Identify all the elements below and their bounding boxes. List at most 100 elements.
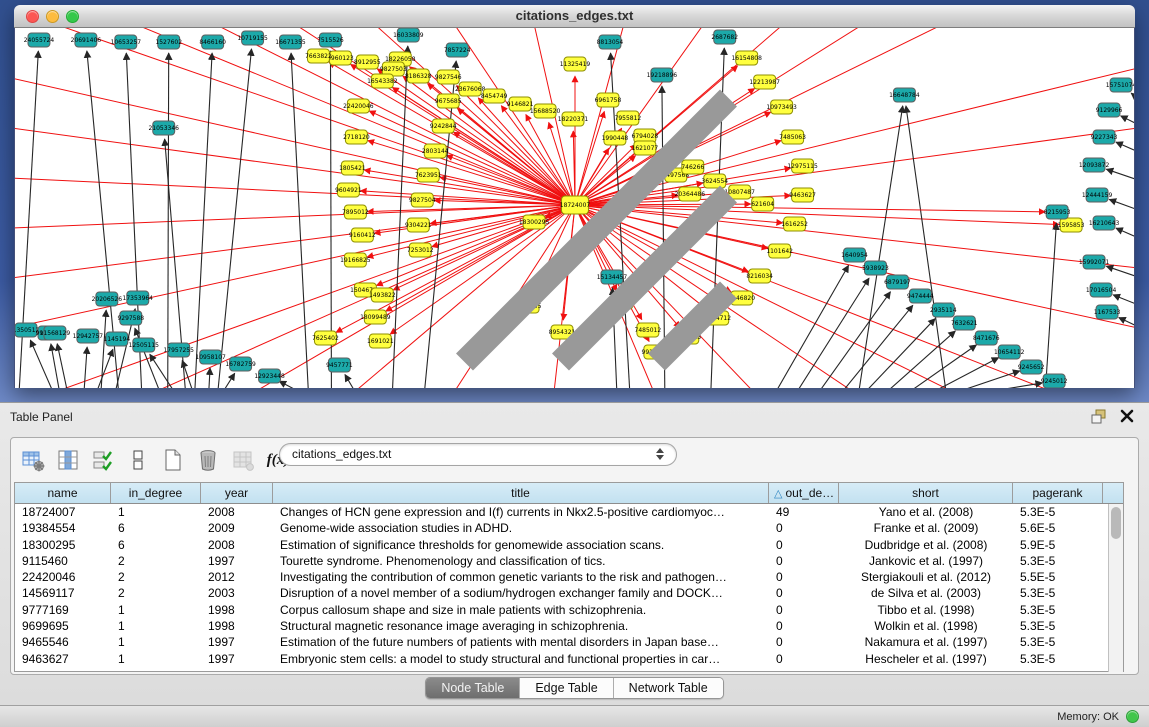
table-cell: 18724007 <box>15 504 111 520</box>
table-cell: Franke et al. (2009) <box>839 520 1013 536</box>
table-settings-icon <box>21 448 45 472</box>
table-cell: 1998 <box>201 602 273 618</box>
table-cell: 1997 <box>201 553 273 569</box>
table-cell: 0 <box>769 651 839 667</box>
tab-node-table[interactable]: Node Table <box>426 678 519 698</box>
import-table-icon <box>231 448 255 472</box>
table-cell: Dudbridge et al. (2008) <box>839 537 1013 553</box>
table-cell: 6 <box>111 520 201 536</box>
table-cell: 18300295 <box>15 537 111 553</box>
new-table-button[interactable] <box>159 446 187 474</box>
table-cell: Nakamura et al. (1997) <box>839 634 1013 650</box>
table-row[interactable]: 969969511998Structural magnetic resonanc… <box>15 618 1123 634</box>
table-type-segmented-control: Node Table Edge Table Network Table <box>425 677 723 699</box>
column-header-pagerank[interactable]: pagerank <box>1013 483 1103 503</box>
table-settings-button[interactable] <box>19 446 47 474</box>
table-cell: 0 <box>769 553 839 569</box>
table-row[interactable]: 1830029562008Estimation of significance … <box>15 537 1123 553</box>
table-cell: 2012 <box>201 569 273 585</box>
table-cell: 5.3E-5 <box>1013 553 1103 569</box>
tab-network-table[interactable]: Network Table <box>613 678 723 698</box>
memory-status-label: Memory: OK <box>1057 711 1119 723</box>
table-cell: 19384554 <box>15 520 111 536</box>
table-panel-title: Table Panel <box>10 410 73 424</box>
table-cell: 1 <box>111 618 201 634</box>
table-cell: 0 <box>769 634 839 650</box>
show-columns-button[interactable] <box>54 446 82 474</box>
table-cell: 9465546 <box>15 634 111 650</box>
table-cell: Changes of HCN gene expression and I(f) … <box>273 504 769 520</box>
table-cell: 0 <box>769 569 839 585</box>
dropdown-stepper-icon <box>656 448 664 460</box>
table-cell: 9699695 <box>15 618 111 634</box>
table-cell: 5.3E-5 <box>1013 585 1103 601</box>
table-cell: 49 <box>769 504 839 520</box>
hide-rows-icon <box>126 448 150 472</box>
column-header-name[interactable]: name <box>15 483 111 503</box>
close-panel-icon[interactable] <box>1119 408 1135 424</box>
window-titlebar[interactable]: citations_edges.txt <box>14 5 1135 28</box>
sort-ascending-icon: △ <box>774 488 782 500</box>
table-cell: 5.9E-5 <box>1013 537 1103 553</box>
table-row[interactable]: 2242004622012Investigating the contribut… <box>15 569 1123 585</box>
table-cell: Genome-wide association studies in ADHD. <box>273 520 769 536</box>
node-table: namein_degreeyeartitle△out_de…shortpager… <box>14 482 1124 672</box>
vertical-scrollbar[interactable] <box>1108 504 1123 672</box>
table-panel: Table Panel <box>0 402 1149 705</box>
table-cell: 5.3E-5 <box>1013 618 1103 634</box>
network-window: citations_edges.txt 18724007896012389129… <box>14 5 1135 388</box>
table-cell: 2 <box>111 585 201 601</box>
table-row[interactable]: 911546021997Tourette syndrome. Phenomeno… <box>15 553 1123 569</box>
table-cell: de Silva et al. (2003) <box>839 585 1013 601</box>
delete-table-button[interactable] <box>194 446 222 474</box>
column-header-out_de[interactable]: △out_de… <box>769 483 839 503</box>
table-cell: 1 <box>111 634 201 650</box>
table-cell: Disruption of a novel member of a sodium… <box>273 585 769 601</box>
table-cell: Corpus callosum shape and size in male p… <box>273 602 769 618</box>
column-header-title[interactable]: title <box>273 483 769 503</box>
float-window-icon[interactable] <box>1091 409 1109 425</box>
table-cell: 2003 <box>201 585 273 601</box>
column-header-short[interactable]: short <box>839 483 1013 503</box>
table-cell: 14569117 <box>15 585 111 601</box>
table-row[interactable]: 977716911998Corpus callosum shape and si… <box>15 602 1123 618</box>
table-row[interactable]: 1456911722003Disruption of a novel membe… <box>15 585 1123 601</box>
table-cell: 0 <box>769 585 839 601</box>
table-cell: 5.3E-5 <box>1013 634 1103 650</box>
table-cell: 2008 <box>201 537 273 553</box>
hide-rows-button[interactable] <box>124 446 152 474</box>
table-cell: 1 <box>111 651 201 667</box>
table-row[interactable]: 1872400712008Changes of HCN gene express… <box>15 504 1123 520</box>
table-cell: 1997 <box>201 634 273 650</box>
network-canvas[interactable]: 1872400789601238912955182260589827503165… <box>14 28 1135 388</box>
table-row[interactable]: 946554611997Estimation of the future num… <box>15 634 1123 650</box>
import-table-button[interactable] <box>229 446 257 474</box>
table-cell: 2008 <box>201 504 273 520</box>
table-header-row: namein_degreeyeartitle△out_de…shortpager… <box>15 483 1123 504</box>
table-cell: Yano et al. (2008) <box>839 504 1013 520</box>
select-all-check-icon <box>91 448 115 472</box>
table-cell: 2009 <box>201 520 273 536</box>
table-cell: 6 <box>111 537 201 553</box>
column-header-in_degree[interactable]: in_degree <box>111 483 201 503</box>
table-row[interactable]: 946362711997Embryonic stem cells: a mode… <box>15 651 1123 667</box>
table-row[interactable]: 1938455462009Genome-wide association stu… <box>15 520 1123 536</box>
table-cell: Stergiakouli et al. (2012) <box>839 569 1013 585</box>
table-cell: Wolkin et al. (1998) <box>839 618 1013 634</box>
show-columns-icon <box>56 448 80 472</box>
table-cell: 5.3E-5 <box>1013 504 1103 520</box>
trash-icon <box>196 448 220 472</box>
scrollbar-thumb[interactable] <box>1111 507 1121 539</box>
table-body: 1872400712008Changes of HCN gene express… <box>15 504 1123 667</box>
application-window: citations_edges.txt 18724007896012389129… <box>0 0 1149 727</box>
table-select-dropdown[interactable]: citations_edges.txt <box>279 443 677 466</box>
select-all-check-button[interactable] <box>89 446 117 474</box>
table-cell: Tourette syndrome. Phenomenology and cla… <box>273 553 769 569</box>
table-cell: Jankovic et al. (1997) <box>839 553 1013 569</box>
column-header-year[interactable]: year <box>201 483 273 503</box>
window-resize-grip[interactable] <box>14 28 1132 386</box>
new-document-icon <box>161 448 185 472</box>
tab-edge-table[interactable]: Edge Table <box>519 678 612 698</box>
table-cell: Hescheler et al. (1997) <box>839 651 1013 667</box>
table-cell: 1997 <box>201 651 273 667</box>
